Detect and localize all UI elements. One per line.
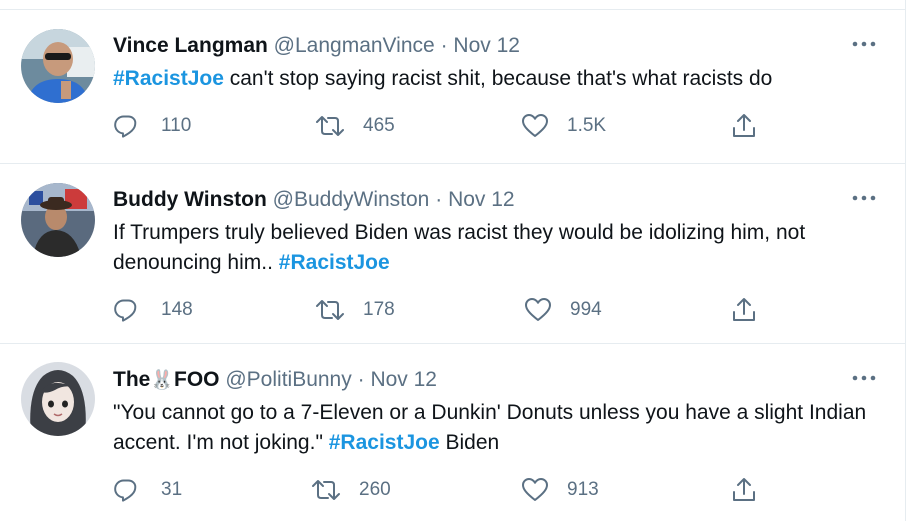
- retweet-count: 260: [359, 479, 391, 500]
- tweet[interactable]: Buddy Winston @BuddyWinston · Nov 12 If …: [0, 164, 905, 344]
- author-name-part: FOO: [174, 368, 220, 391]
- retweet-icon: [312, 480, 340, 500]
- timeline: Vince Langman @LangmanVince · Nov 12 #Ra…: [0, 0, 906, 521]
- tweet-date[interactable]: Nov 12: [448, 188, 515, 211]
- share-icon: [733, 114, 755, 137]
- author-name[interactable]: Vince Langman: [113, 34, 268, 57]
- retweet-button[interactable]: 260: [311, 475, 391, 505]
- avatar[interactable]: [21, 183, 95, 257]
- author-handle[interactable]: @PolitiBunny: [225, 368, 351, 391]
- author-handle[interactable]: @LangmanVince: [274, 34, 435, 57]
- more-icon[interactable]: [849, 34, 879, 54]
- tweet-text-body: can't stop saying racist shit, because t…: [229, 67, 773, 90]
- reply-button[interactable]: 110: [113, 111, 191, 141]
- hashtag-link[interactable]: #RacistJoe: [113, 67, 224, 90]
- retweet-button[interactable]: 465: [315, 111, 395, 141]
- reply-icon: [114, 299, 137, 322]
- tweet-date[interactable]: Nov 12: [453, 34, 520, 57]
- retweet-count: 178: [363, 299, 395, 320]
- tweet-header: Buddy Winston @BuddyWinston · Nov 12: [113, 187, 515, 213]
- tweet[interactable]: Vince Langman @LangmanVince · Nov 12 #Ra…: [0, 10, 905, 164]
- like-button[interactable]: 913: [521, 475, 599, 505]
- tweet-text-body: Biden: [445, 431, 500, 454]
- retweet-icon: [316, 116, 344, 136]
- bunny-emoji: 🐰: [150, 370, 175, 391]
- share-button[interactable]: [731, 475, 757, 505]
- author-name[interactable]: The🐰FOO: [113, 368, 220, 391]
- like-count: 994: [570, 299, 602, 320]
- tweet-header: Vince Langman @LangmanVince · Nov 12: [113, 33, 520, 59]
- heart-icon: [522, 478, 548, 501]
- tweet-actions: 110 465 1.5K: [113, 111, 905, 141]
- share-button[interactable]: [731, 111, 757, 141]
- hashtag-link[interactable]: #RacistJoe: [329, 431, 440, 454]
- reply-icon: [114, 115, 137, 138]
- reply-icon: [114, 479, 137, 502]
- author-name-part: The: [113, 368, 151, 391]
- tweet-actions: 31 260 913: [113, 475, 905, 505]
- tweet-header: The🐰FOO @PolitiBunny · Nov 12: [113, 367, 437, 394]
- retweet-icon: [316, 300, 344, 320]
- separator: ·: [435, 188, 443, 211]
- like-button[interactable]: 994: [524, 295, 602, 325]
- reply-button[interactable]: 31: [113, 475, 182, 505]
- separator: ·: [440, 34, 448, 57]
- share-button[interactable]: [731, 295, 757, 325]
- tweet[interactable]: The🐰FOO @PolitiBunny · Nov 12 "You canno…: [0, 344, 905, 521]
- tweet-date[interactable]: Nov 12: [370, 368, 437, 391]
- tweet-text: #RacistJoe can't stop saying racist shit…: [113, 64, 875, 94]
- like-count: 913: [567, 479, 599, 500]
- reply-button[interactable]: 148: [113, 295, 193, 325]
- author-handle[interactable]: @BuddyWinston: [273, 188, 430, 211]
- tweet-text: If Trumpers truly believed Biden was rac…: [113, 218, 875, 278]
- reply-count: 148: [161, 299, 193, 320]
- retweet-count: 465: [363, 115, 395, 136]
- share-icon: [733, 298, 755, 321]
- reply-count: 110: [161, 115, 192, 136]
- separator: ·: [357, 368, 365, 391]
- tweet-text: "You cannot go to a 7-Eleven or a Dunkin…: [113, 398, 875, 458]
- reply-count: 31: [161, 479, 183, 500]
- more-icon[interactable]: [849, 188, 879, 208]
- heart-icon: [522, 114, 548, 137]
- avatar[interactable]: [21, 29, 95, 103]
- tweet-actions: 148 178 994: [113, 295, 905, 325]
- more-icon[interactable]: [849, 368, 879, 388]
- share-icon: [733, 478, 755, 501]
- like-count: 1.5K: [567, 115, 607, 136]
- avatar[interactable]: [21, 362, 95, 436]
- like-button[interactable]: 1.5K: [521, 111, 606, 141]
- retweet-button[interactable]: 178: [315, 295, 395, 325]
- tweet-text-body: If Trumpers truly believed Biden was rac…: [113, 221, 806, 274]
- heart-icon: [525, 298, 551, 321]
- hashtag-link[interactable]: #RacistJoe: [279, 251, 390, 274]
- author-name[interactable]: Buddy Winston: [113, 188, 267, 211]
